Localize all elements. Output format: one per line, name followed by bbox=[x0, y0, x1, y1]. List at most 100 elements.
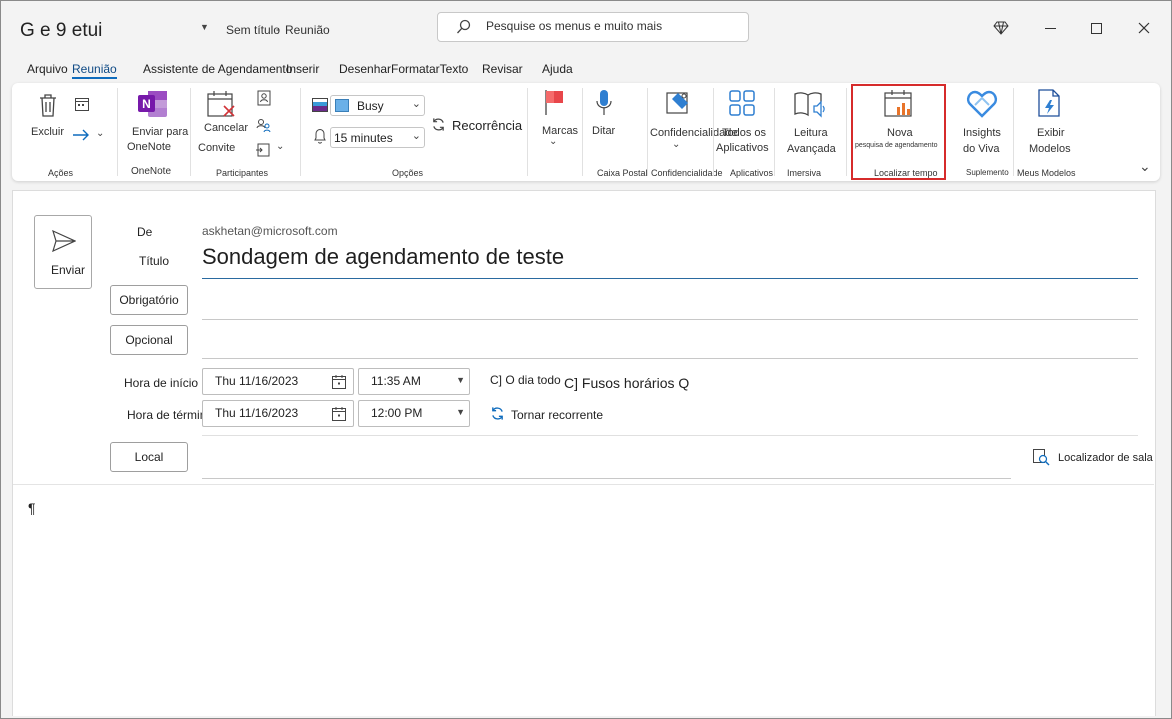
maximize-button[interactable] bbox=[1081, 13, 1111, 43]
templates-label-1: Exibir bbox=[1037, 127, 1065, 139]
close-icon bbox=[1138, 22, 1150, 34]
svg-text:N: N bbox=[142, 97, 151, 111]
group-onenote: OneNote bbox=[131, 166, 172, 177]
forward-button[interactable]: ⌄ bbox=[72, 128, 104, 147]
ribbon-separator bbox=[1013, 88, 1014, 176]
menu-inserir[interactable]: Inserir bbox=[286, 62, 319, 76]
location-button[interactable]: Local bbox=[110, 442, 188, 472]
check-names-icon[interactable] bbox=[256, 117, 272, 138]
ribbon-separator bbox=[647, 88, 648, 176]
arrow-right-icon bbox=[73, 129, 89, 141]
end-time-select[interactable]: 12:00 PM ▼ bbox=[358, 400, 470, 427]
start-date-value: Thu 11/16/2023 bbox=[215, 374, 299, 388]
diamond-icon[interactable] bbox=[986, 13, 1016, 43]
immersive-reader-button[interactable]: Leitura Avançada bbox=[786, 88, 838, 155]
delete-button[interactable]: Excluir bbox=[28, 90, 68, 142]
templates-icon bbox=[1038, 89, 1060, 117]
app-title: G e 9 etui bbox=[20, 20, 103, 41]
required-attendees-button[interactable]: Obrigatório bbox=[110, 285, 188, 315]
optional-attendees-button[interactable]: Opcional bbox=[110, 325, 188, 355]
from-value[interactable]: askhetan@microsoft.com bbox=[202, 224, 338, 238]
microphone-icon bbox=[596, 90, 612, 115]
qat-dropdown-icon[interactable]: ▼ bbox=[200, 22, 209, 32]
recurrence-icon bbox=[492, 407, 503, 420]
tags-button[interactable]: Marcas ⌄ bbox=[536, 88, 578, 154]
reminder-select[interactable]: 15 minutes ⌄ bbox=[330, 127, 425, 148]
viva-label-2: do Viva bbox=[963, 143, 1000, 155]
send-label: Enviar bbox=[51, 263, 86, 277]
time-zones-toggle[interactable]: C] Fusos horários Q bbox=[564, 375, 689, 391]
recurrence-icon bbox=[433, 118, 444, 131]
search-box[interactable]: Pesquise os menus e muito mais bbox=[437, 12, 749, 42]
chevron-down-icon: ⌄ bbox=[549, 136, 558, 147]
recurrence-button[interactable]: Recorrência bbox=[431, 117, 531, 137]
optional-attendees-input[interactable] bbox=[202, 358, 1138, 359]
menu-assistente-agendamento[interactable]: Assistente de Agendamento bbox=[143, 62, 292, 76]
start-date-picker[interactable]: Thu 11/16/2023 bbox=[202, 368, 354, 395]
send-to-onenote-button[interactable]: N Enviar para OneNote bbox=[124, 90, 192, 156]
address-book-icon[interactable] bbox=[257, 90, 271, 111]
send-onenote-label-2: OneNote bbox=[127, 141, 172, 153]
all-day-checkbox[interactable]: C] O dia todo bbox=[490, 373, 561, 387]
room-finder-button[interactable]: Localizador de sala bbox=[1032, 448, 1153, 468]
highlight-box bbox=[851, 84, 946, 180]
title-label: Título bbox=[139, 254, 170, 268]
room-finder-icon bbox=[1033, 449, 1050, 466]
send-onenote-label-1: Enviar para bbox=[132, 126, 189, 138]
minimize-button[interactable] bbox=[1035, 13, 1065, 43]
sensitivity-button[interactable]: Confidencialidade ⌄ bbox=[650, 88, 737, 154]
viva-insights-icon bbox=[966, 90, 998, 118]
dictate-label: Ditar bbox=[592, 125, 616, 137]
chevron-down-icon: ⌄ bbox=[411, 98, 421, 110]
minimize-icon bbox=[1044, 27, 1056, 29]
dictate-button[interactable]: Ditar bbox=[589, 88, 619, 144]
immersive-reader-icon bbox=[794, 92, 825, 118]
body-paragraph-mark[interactable]: ¶ bbox=[28, 500, 36, 516]
search-icon bbox=[457, 19, 471, 34]
ribbon-separator bbox=[713, 88, 714, 176]
close-button[interactable] bbox=[1129, 13, 1159, 43]
send-button[interactable]: Enviar bbox=[34, 215, 92, 289]
start-time-select[interactable]: 11:35 AM ▼ bbox=[358, 368, 470, 395]
title-input[interactable]: Sondagem de agendamento de teste bbox=[202, 244, 564, 270]
end-date-value: Thu 11/16/2023 bbox=[215, 406, 299, 420]
ribbon-separator bbox=[527, 88, 528, 176]
start-time-label: Hora de início bbox=[124, 376, 199, 390]
maximize-icon bbox=[1090, 22, 1102, 34]
menu-reuniao[interactable]: Reunião bbox=[72, 62, 117, 79]
ribbon-separator bbox=[846, 88, 847, 176]
reader-label-2: Avançada bbox=[787, 143, 836, 155]
ribbon-expand-chevron-icon[interactable]: ⌄ bbox=[1139, 158, 1151, 175]
make-recurring-button[interactable]: Tornar recorrente bbox=[490, 406, 610, 424]
all-apps-button[interactable]: Todos os Aplicativos bbox=[716, 88, 772, 154]
all-apps-label-1: Todos os bbox=[722, 127, 767, 139]
group-aplicativos: Aplicativos bbox=[730, 168, 774, 178]
response-options-button[interactable]: ⌄ bbox=[256, 141, 284, 163]
menu-revisar[interactable]: Revisar bbox=[482, 62, 523, 76]
menu-ajuda[interactable]: Ajuda bbox=[542, 62, 573, 76]
flag-icon bbox=[545, 90, 563, 115]
required-attendees-input[interactable] bbox=[202, 319, 1138, 320]
viva-insights-button[interactable]: Insights do Viva bbox=[957, 88, 1007, 155]
response-options-icon bbox=[256, 143, 270, 157]
calendar-small-icon[interactable] bbox=[74, 96, 90, 117]
cancel-invitation-button[interactable]: Cancelar Convite bbox=[196, 90, 254, 156]
all-apps-label-2: Aplicativos bbox=[716, 142, 769, 154]
location-input[interactable] bbox=[202, 478, 1011, 479]
chevron-down-icon: ⌄ bbox=[672, 139, 681, 150]
chevron-down-icon: ⌄ bbox=[411, 130, 421, 142]
calendar-cancel-icon bbox=[207, 91, 235, 117]
group-suplemento: Suplemento bbox=[966, 168, 1009, 177]
ribbon-separator bbox=[190, 88, 191, 176]
view-templates-button[interactable]: Exibir Modelos bbox=[1024, 88, 1076, 155]
sensitivity-icon bbox=[666, 92, 688, 114]
end-date-picker[interactable]: Thu 11/16/2023 bbox=[202, 400, 354, 427]
group-acoes: Ações bbox=[48, 168, 74, 178]
ribbon-separator bbox=[300, 88, 301, 176]
menu-desenhar[interactable]: Desenhar bbox=[339, 62, 391, 76]
title-underline bbox=[202, 278, 1138, 279]
show-as-select[interactable]: Busy ⌄ bbox=[330, 95, 425, 116]
menu-arquivo[interactable]: Arquivo bbox=[27, 62, 68, 76]
calendar-icon bbox=[332, 407, 346, 421]
menu-formatar-texto[interactable]: FormatarTexto bbox=[391, 62, 468, 76]
